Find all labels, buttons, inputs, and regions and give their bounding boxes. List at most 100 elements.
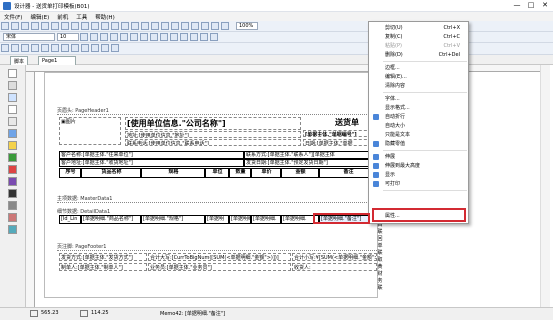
valign-middle-icon[interactable]: [180, 33, 188, 41]
menu-item-clear[interactable]: 清除内容: [369, 82, 468, 90]
close-button[interactable]: ✕: [538, 0, 552, 11]
barcode-tool-icon[interactable]: [8, 189, 17, 198]
ship-date-field[interactable]: 发货日期:[单据主体."预定发货日期"]: [244, 159, 377, 167]
text-tool-icon[interactable]: [8, 105, 17, 114]
redo-icon[interactable]: [81, 22, 89, 30]
sales-field[interactable]: 业务员:[单据主体."业务员"]: [148, 263, 291, 271]
maker-field[interactable]: 制单人:[单据主体."制单人"]: [59, 263, 147, 271]
valign-top-icon[interactable]: [170, 33, 178, 41]
contact-field[interactable]: 联系方式:[单据主体."联系人"][单据主体: [244, 151, 377, 159]
new-icon[interactable]: [1, 22, 9, 30]
vertical-scrollbar[interactable]: [540, 65, 550, 307]
zoom-tool-icon[interactable]: [8, 93, 17, 102]
report-options-icon[interactable]: [191, 22, 199, 30]
band-tool-icon[interactable]: [8, 117, 17, 126]
menu-item-word-wrap[interactable]: 自动折行: [369, 113, 468, 121]
tab-page1[interactable]: Page1: [38, 56, 76, 65]
richtext-tool-icon[interactable]: [8, 213, 17, 222]
shadow-icon[interactable]: [61, 44, 69, 52]
align-center-icon[interactable]: [140, 33, 148, 41]
script-icon[interactable]: [201, 22, 209, 30]
menu-item-display-format[interactable]: 显示格式...: [369, 104, 468, 112]
maximize-button[interactable]: □: [524, 0, 538, 11]
chart-tool-icon[interactable]: [8, 177, 17, 186]
text-format-icon[interactable]: [210, 33, 218, 41]
menu-item-font[interactable]: 字体...: [369, 95, 468, 103]
menu-item-stretch-max[interactable]: 伸展到最大高度: [369, 162, 468, 170]
frame-left-icon[interactable]: [21, 44, 29, 52]
logo-picture[interactable]: ▣图片: [59, 117, 121, 145]
send-back-icon[interactable]: [131, 22, 139, 30]
picture-tool-icon[interactable]: [8, 129, 17, 138]
frame-all-icon[interactable]: [41, 44, 49, 52]
page-icon[interactable]: [151, 22, 159, 30]
select-tool-icon[interactable]: [8, 69, 17, 78]
customer-field[interactable]: 客户名称:[单据主体."往来单位"]: [59, 151, 244, 159]
object-style-icon[interactable]: [111, 44, 119, 52]
menu-item-edit[interactable]: 编辑(E)...: [369, 73, 468, 81]
dictionary-icon[interactable]: [211, 22, 219, 30]
ship-method-field[interactable]: 发货方式:[单据主体."发货方式"]: [59, 253, 147, 261]
grid-icon[interactable]: [111, 22, 119, 30]
detail-cell[interactable]: [单据明细.: [229, 215, 251, 224]
zoom-select[interactable]: 100%: [236, 22, 258, 30]
menu-item-auto-size[interactable]: 自动大小: [369, 122, 468, 130]
detail-cell[interactable]: [单据明: [205, 215, 229, 224]
group-icon[interactable]: [91, 22, 99, 30]
menu-item-printable[interactable]: 可打印: [369, 180, 468, 188]
align-left-icon[interactable]: [130, 33, 138, 41]
detail-cell[interactable]: [单据明细."规格"]: [141, 215, 205, 224]
hand-tool-icon[interactable]: [8, 81, 17, 90]
save-icon[interactable]: [21, 22, 29, 30]
menu-item-cut[interactable]: 剪切(U) Ctrl+X: [369, 24, 468, 32]
design-canvas[interactable]: 页眉头: PageHeader1 ▣图片 [使用单位信息."公司名称"] 送货单…: [44, 72, 378, 298]
line-tool-icon[interactable]: [8, 153, 17, 162]
paste-icon[interactable]: [61, 22, 69, 30]
subreport-tool-icon[interactable]: [8, 141, 17, 150]
menu-item-stretch[interactable]: 伸展: [369, 153, 468, 161]
undo-icon[interactable]: [71, 22, 79, 30]
frame-right-icon[interactable]: [31, 44, 39, 52]
bold-icon[interactable]: [80, 33, 88, 41]
shape-tool-icon[interactable]: [8, 165, 17, 174]
menu-item-copy[interactable]: 复制(C) Ctrl+C: [369, 33, 468, 41]
frame-width-icon[interactable]: [101, 44, 109, 52]
frame-top-icon[interactable]: [1, 44, 9, 52]
code-icon[interactable]: [221, 22, 229, 30]
align-right-icon[interactable]: [150, 33, 158, 41]
data-icon[interactable]: [161, 22, 169, 30]
receiver-field[interactable]: 收货人:: [292, 263, 377, 271]
detail-cell[interactable]: [Id_Lin: [59, 215, 81, 224]
menu-item-frame[interactable]: 边框...: [369, 64, 468, 72]
company-address[interactable]: 地址:[使用单位信息."地址"]: [125, 131, 301, 138]
detail-cell[interactable]: [单据明细.: [251, 215, 281, 224]
customer-address-field[interactable]: 客户地址:[单据主体."收货地址"]: [59, 159, 244, 167]
menu-item-delete[interactable]: 删除(D) Ctrl+Del: [369, 51, 468, 59]
italic-icon[interactable]: [90, 33, 98, 41]
frame-style-icon[interactable]: [91, 44, 99, 52]
tab-script[interactable]: 脚本: [10, 56, 29, 65]
minimize-button[interactable]: —: [510, 0, 524, 11]
menu-item-text-only[interactable]: 只能是文本: [369, 131, 468, 139]
checkbox-tool-icon[interactable]: [8, 201, 17, 210]
band-icon[interactable]: [141, 22, 149, 30]
company-phone[interactable]: 联系电话:[使用单位信息."联系电话"]: [125, 139, 301, 146]
cut-icon[interactable]: [41, 22, 49, 30]
bring-front-icon[interactable]: [121, 22, 129, 30]
copy-icon[interactable]: [51, 22, 59, 30]
menu-item-hide-zeros[interactable]: 隐藏零值: [369, 140, 468, 148]
frame-bottom-icon[interactable]: [11, 44, 19, 52]
detail-cell[interactable]: [单据明细."商品名称"]: [81, 215, 141, 224]
font-color-icon[interactable]: [110, 33, 118, 41]
fill-color-icon[interactable]: [71, 44, 79, 52]
style-icon[interactable]: [181, 22, 189, 30]
font-name-select[interactable]: 宋体: [3, 33, 55, 41]
amount-small-field[interactable]: 合计小写:¥[SUM(<单据明细."金额">)]: [292, 253, 377, 261]
open-icon[interactable]: [11, 22, 19, 30]
highlight-icon[interactable]: [120, 33, 128, 41]
frame-none-icon[interactable]: [51, 44, 59, 52]
valign-bottom-icon[interactable]: [190, 33, 198, 41]
rotate-icon[interactable]: [200, 33, 208, 41]
menu-item-paste[interactable]: 粘贴(P) Ctrl+V: [369, 42, 468, 50]
crosstab-tool-icon[interactable]: [8, 225, 17, 234]
